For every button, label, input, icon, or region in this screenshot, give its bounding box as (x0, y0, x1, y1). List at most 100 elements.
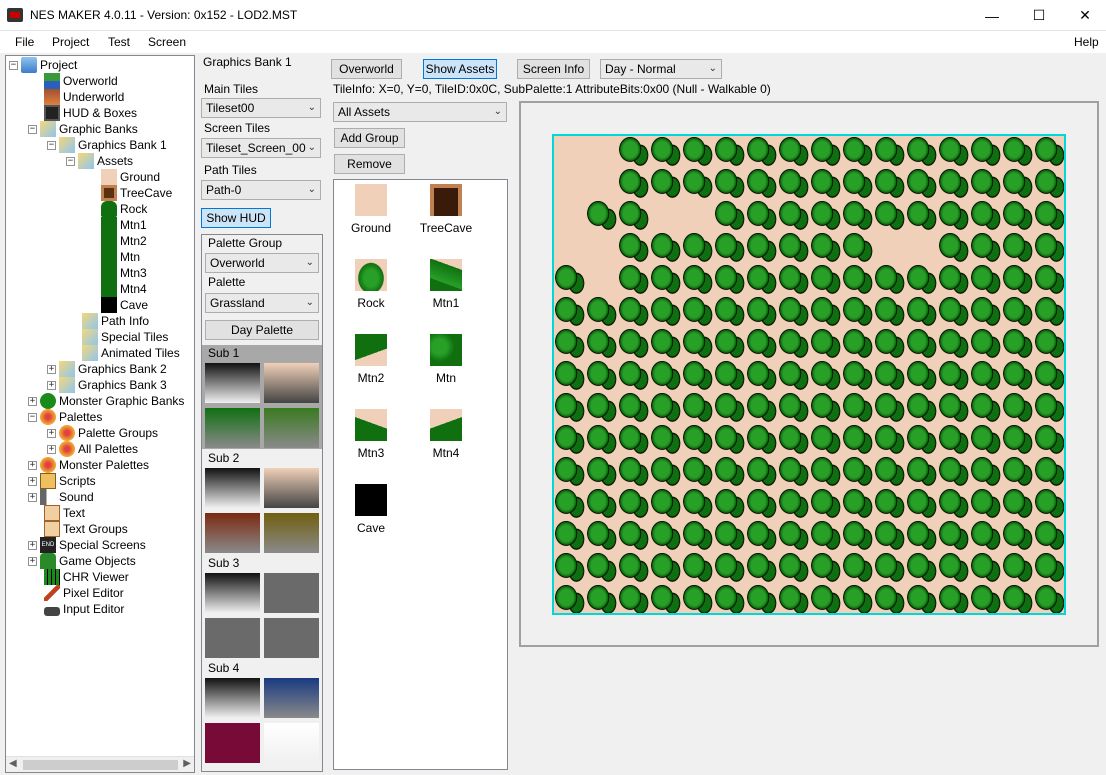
asset-mtn2[interactable]: Mtn2 (341, 334, 401, 385)
bush-tile[interactable] (1002, 200, 1034, 232)
ground-tile[interactable] (554, 136, 586, 168)
ground-tile[interactable] (874, 232, 906, 264)
bush-tile[interactable] (650, 456, 682, 488)
expand-icon[interactable]: + (47, 364, 56, 374)
menu-screen[interactable]: Screen (148, 35, 186, 49)
expand-icon[interactable]: + (47, 380, 56, 390)
tree-item-sound[interactable]: + Sound (28, 489, 94, 505)
bush-tile[interactable] (746, 584, 778, 613)
bush-tile[interactable] (874, 424, 906, 456)
bush-tile[interactable] (682, 264, 714, 296)
bush-tile[interactable] (842, 328, 874, 360)
bush-tile[interactable] (778, 360, 810, 392)
bush-tile[interactable] (746, 200, 778, 232)
bush-tile[interactable] (586, 328, 618, 360)
bush-tile[interactable] (618, 584, 650, 613)
bush-tile[interactable] (746, 488, 778, 520)
bush-tile[interactable] (810, 168, 842, 200)
expand-icon[interactable]: + (28, 460, 37, 470)
bush-tile[interactable] (586, 456, 618, 488)
bush-tile[interactable] (938, 520, 970, 552)
tree-item-game-objects[interactable]: + Game Objects (28, 553, 136, 569)
bush-tile[interactable] (842, 200, 874, 232)
tree-item-path-info[interactable]: Path Info (82, 313, 149, 329)
tree-item-treecave[interactable]: TreeCave (101, 185, 172, 201)
bush-tile[interactable] (650, 360, 682, 392)
bush-tile[interactable] (554, 520, 586, 552)
bush-tile[interactable] (682, 456, 714, 488)
tree-item-all-palettes[interactable]: + All Palettes (47, 441, 138, 457)
bush-tile[interactable] (810, 232, 842, 264)
bush-tile[interactable] (906, 552, 938, 584)
scroll-left-icon[interactable]: ◀ (9, 758, 17, 769)
bush-tile[interactable] (714, 296, 746, 328)
bush-tile[interactable] (874, 200, 906, 232)
bush-tile[interactable] (1034, 456, 1064, 488)
scroll-right-icon[interactable]: ▶ (183, 758, 191, 769)
bush-tile[interactable] (778, 328, 810, 360)
bush-tile[interactable] (874, 584, 906, 613)
bush-tile[interactable] (618, 168, 650, 200)
bush-tile[interactable] (810, 456, 842, 488)
bush-tile[interactable] (970, 424, 1002, 456)
bush-tile[interactable] (842, 360, 874, 392)
bush-tile[interactable] (810, 424, 842, 456)
bush-tile[interactable] (874, 136, 906, 168)
bush-tile[interactable] (970, 488, 1002, 520)
bush-tile[interactable] (906, 488, 938, 520)
bush-tile[interactable] (714, 264, 746, 296)
bush-tile[interactable] (970, 520, 1002, 552)
bush-tile[interactable] (618, 360, 650, 392)
bush-tile[interactable] (714, 392, 746, 424)
bush-tile[interactable] (1002, 584, 1034, 613)
bush-tile[interactable] (778, 168, 810, 200)
bush-tile[interactable] (714, 584, 746, 613)
expand-icon[interactable]: + (47, 428, 56, 438)
bush-tile[interactable] (906, 520, 938, 552)
bush-tile[interactable] (746, 456, 778, 488)
tree-item-monster-palettes[interactable]: + Monster Palettes (28, 457, 149, 473)
bush-tile[interactable] (1002, 488, 1034, 520)
tree-item-graphic-banks[interactable]: − Graphic Banks (28, 121, 138, 137)
tree-item-text-groups[interactable]: Text Groups (44, 521, 128, 537)
bush-tile[interactable] (1002, 168, 1034, 200)
bush-tile[interactable] (874, 360, 906, 392)
bush-tile[interactable] (1034, 552, 1064, 584)
bush-tile[interactable] (970, 360, 1002, 392)
bush-tile[interactable] (906, 168, 938, 200)
tree-item-palettes[interactable]: − Palettes (28, 409, 102, 425)
bush-tile[interactable] (874, 296, 906, 328)
bush-tile[interactable] (970, 392, 1002, 424)
bush-tile[interactable] (746, 136, 778, 168)
bush-tile[interactable] (586, 392, 618, 424)
bush-tile[interactable] (1034, 424, 1064, 456)
bush-tile[interactable] (906, 328, 938, 360)
bush-tile[interactable] (842, 136, 874, 168)
bush-tile[interactable] (1002, 232, 1034, 264)
bush-tile[interactable] (874, 328, 906, 360)
asset-mtn4[interactable]: Mtn4 (416, 409, 476, 460)
bush-tile[interactable] (970, 232, 1002, 264)
bush-tile[interactable] (778, 552, 810, 584)
bush-tile[interactable] (682, 488, 714, 520)
add-group-button[interactable]: Add Group (334, 128, 405, 148)
bush-tile[interactable] (842, 296, 874, 328)
tree-item-project[interactable]: − Project (9, 57, 77, 73)
project-tree[interactable]: − Project Overworld Underworld HUD & Boxe… (5, 55, 195, 773)
day-palette-button[interactable]: Day Palette (205, 320, 319, 340)
sub3-color-2[interactable] (205, 618, 260, 658)
tree-item-graphics-bank-1[interactable]: − Graphics Bank 1 (47, 137, 167, 153)
bush-tile[interactable] (842, 232, 874, 264)
bush-tile[interactable] (714, 200, 746, 232)
bush-tile[interactable] (650, 584, 682, 613)
ground-tile[interactable] (554, 168, 586, 200)
bush-tile[interactable] (906, 136, 938, 168)
screen-info-button[interactable]: Screen Info (517, 59, 590, 79)
tree-item-special-screens[interactable]: + END Special Screens (28, 537, 146, 553)
bush-tile[interactable] (874, 456, 906, 488)
bush-tile[interactable] (970, 456, 1002, 488)
bush-tile[interactable] (586, 520, 618, 552)
collapse-icon[interactable]: − (9, 60, 18, 70)
bush-tile[interactable] (618, 488, 650, 520)
bush-tile[interactable] (938, 360, 970, 392)
